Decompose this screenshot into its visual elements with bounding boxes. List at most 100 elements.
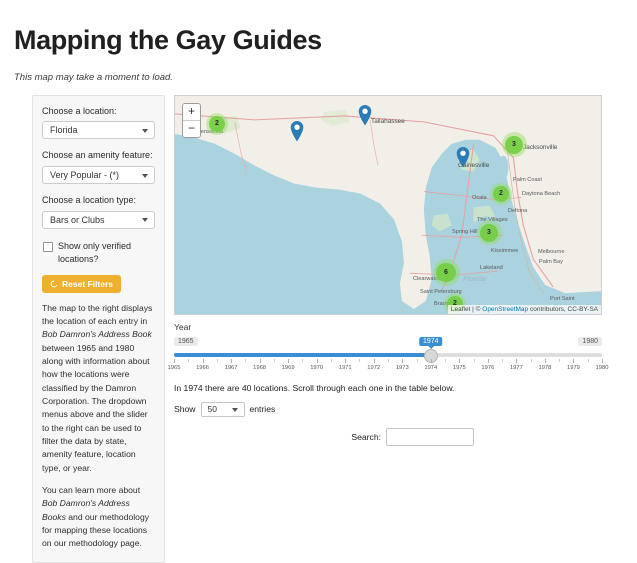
- zoom-out-button[interactable]: −: [183, 120, 200, 137]
- slider-tick-label: 1980: [595, 364, 609, 371]
- location-type-select-value: Bars or Clubs: [50, 214, 105, 225]
- slider-tick-label: 1969: [281, 364, 295, 371]
- page-root: Mapping the Gay Guides This map may take…: [0, 25, 637, 563]
- amenity-select-value: Very Popular - (*): [50, 170, 120, 181]
- results-summary: In 1974 there are 40 locations. Scroll t…: [174, 382, 455, 393]
- show-entries-row: Show 50 entries: [174, 401, 602, 417]
- cluster-count: 3: [505, 135, 523, 154]
- slider-tick: [202, 358, 204, 363]
- leaflet-map[interactable]: + − Leaflet | © OpenStreetMap contributo…: [174, 94, 602, 315]
- map-zoom-control[interactable]: + −: [182, 102, 201, 138]
- year-slider-title: Year: [174, 321, 192, 332]
- slider-tick-minor: [216, 358, 218, 362]
- verified-checkbox-label: Show only verified locations?: [58, 240, 132, 264]
- slider-value-tooltip: 1974: [419, 336, 443, 349]
- map-place-label: Jacksonville: [523, 143, 558, 151]
- map-marker-cluster[interactable]: 3: [501, 132, 527, 158]
- sidebar-paragraph-1-italic: Bob Damron's Address Book: [42, 329, 152, 340]
- right-column: + − Leaflet | © OpenStreetMap contributo…: [168, 94, 609, 446]
- chevron-down-icon: [142, 128, 148, 133]
- sidebar-paragraph-1-part-b: between 1965 and 1980 along with informa…: [42, 342, 150, 473]
- map-place-label: Daytona Beach: [522, 190, 561, 197]
- map-marker-cluster[interactable]: 2: [490, 182, 512, 205]
- slider-tick-label: 1974: [424, 364, 438, 371]
- map-place-label: Ocala: [472, 194, 487, 201]
- reset-filters-label: Reset Filters: [62, 278, 114, 289]
- map-place-label: Palm Bay: [539, 258, 563, 265]
- slider-tick-label: 1970: [310, 364, 324, 371]
- slider-tick-label: 1968: [253, 364, 267, 371]
- slider-tick: [174, 358, 175, 363]
- location-type-select[interactable]: Bars or Clubs: [42, 210, 155, 229]
- slider-tick: [602, 358, 603, 363]
- slider-tick-marks: 1965 1966 1967 1968 1969 1970 1971 1972 1973 1974…: [168, 358, 608, 375]
- zoom-in-button[interactable]: +: [183, 103, 200, 121]
- entries-per-page-select[interactable]: 50: [200, 401, 245, 417]
- slider-tick-label: 1966: [196, 364, 209, 371]
- map-marker-cluster[interactable]: 3: [476, 220, 502, 246]
- slider-tick: [316, 358, 318, 363]
- slider-tick-minor: [188, 358, 190, 362]
- location-type-select-label: Choose a location type:: [42, 195, 137, 206]
- slider-min-label: 1965: [174, 336, 198, 346]
- slider-tick-label: 1967: [224, 364, 238, 371]
- map-tiles: [175, 95, 601, 314]
- slider-tick-label: 1972: [367, 364, 381, 371]
- slider-tick-minor: [502, 358, 504, 362]
- search-label: Search:: [351, 431, 381, 442]
- amenity-select-label: Choose an amenity feature:: [42, 150, 153, 161]
- slider-tick-minor: [388, 358, 389, 362]
- cluster-count: 3: [480, 223, 498, 242]
- show-entries-label: Show: [174, 404, 196, 415]
- page-title: Mapping the Gay Guides: [14, 25, 322, 55]
- slider-tick-minor: [330, 358, 332, 362]
- slider-tick-minor: [302, 358, 304, 362]
- slider-tick-minor: [416, 358, 418, 362]
- slider-tick-label: 1975: [452, 364, 466, 371]
- slider-tick-minor: [273, 358, 275, 362]
- map-place-label: Spring Hill: [452, 228, 478, 235]
- slider-tick: [231, 358, 233, 363]
- slider-tick: [516, 358, 518, 363]
- slider-tick: [459, 358, 461, 363]
- verified-checkbox-row[interactable]: Show only verified locations?: [42, 240, 155, 266]
- amenity-select[interactable]: Very Popular - (*): [42, 166, 155, 185]
- chevron-down-icon: [142, 218, 148, 223]
- slider-tick-label: 1965: [167, 364, 181, 371]
- slider-tick: [402, 358, 404, 363]
- filter-sidebar: Choose a location: Florida Choose an ame…: [32, 94, 165, 563]
- slider-tick: [345, 358, 347, 363]
- slider-max-label: 1980: [578, 336, 602, 346]
- map-place-label: Deltona: [508, 207, 528, 214]
- location-select[interactable]: Florida: [42, 121, 155, 140]
- openstreetmap-link[interactable]: OpenStreetMap: [482, 306, 528, 313]
- reset-filters-button[interactable]: Reset Filters: [42, 274, 122, 293]
- map-state-label: Florida: [463, 273, 486, 283]
- map-attribution: Leaflet | © OpenStreetMap contributors, …: [447, 304, 601, 314]
- slider-tick: [573, 358, 575, 363]
- slider-tick: [487, 358, 489, 363]
- sidebar-paragraph-2: You can learn more about Bob Damron's Ad…: [42, 484, 155, 551]
- slider-fill: [174, 352, 431, 357]
- sidebar-paragraph-1: The map to the right displays the locati…: [42, 302, 155, 475]
- attribution-prefix: Leaflet | ©: [450, 305, 483, 313]
- search-input[interactable]: [386, 427, 474, 446]
- cluster-count: 2: [209, 115, 225, 132]
- slider-tick-label: 1977: [509, 364, 523, 371]
- map-marker-cluster[interactable]: 2: [206, 112, 228, 135]
- slider-tick-label: 1973: [395, 364, 409, 371]
- sidebar-paragraph-1-part-a: The map to the right displays the locati…: [42, 302, 153, 327]
- year-slider-track[interactable]: [174, 348, 602, 363]
- location-select-value: Florida: [50, 125, 78, 136]
- location-select-label: Choose a location:: [42, 105, 117, 116]
- map-marker-cluster[interactable]: 6: [432, 259, 460, 287]
- map-place-label: Port Saint: [550, 295, 575, 302]
- slider-tick-minor: [245, 358, 247, 362]
- entries-per-page-value: 50: [207, 404, 217, 415]
- slider-tick: [288, 358, 290, 363]
- year-slider-section: Year 1965 1974 1980 1965 1966 1967 1968 1969…: [168, 321, 609, 375]
- slider-tick: [544, 358, 546, 363]
- verified-checkbox[interactable]: [43, 241, 53, 252]
- slider-tick-minor: [473, 358, 475, 362]
- page-subtitle: This map may take a moment to load.: [14, 71, 173, 83]
